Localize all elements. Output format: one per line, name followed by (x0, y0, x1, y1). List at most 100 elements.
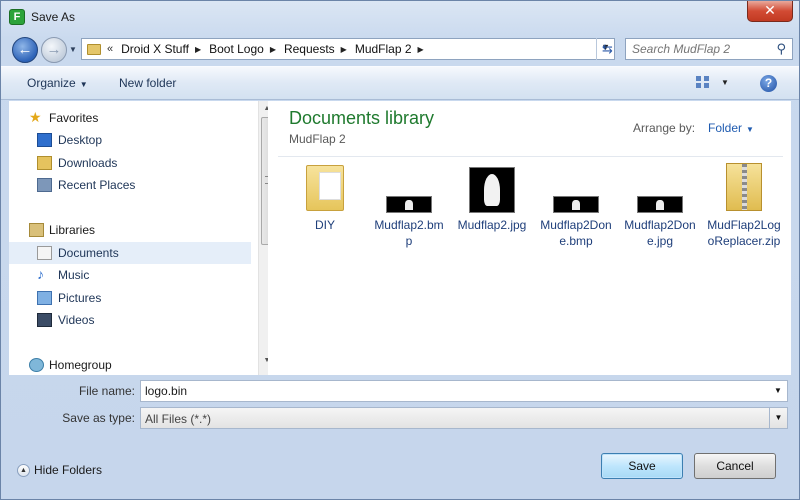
folder-icon (306, 165, 344, 211)
file-item-mudflap2-jpg[interactable]: Mudflap2.jpg (454, 163, 530, 273)
save-as-type-value: All Files (*.*) (145, 412, 212, 426)
view-options-dropdown[interactable]: ▼ (721, 78, 729, 87)
documents-icon (37, 246, 52, 260)
help-icon[interactable]: ? (760, 75, 777, 92)
file-item-mudflap2done-jpg[interactable]: Mudflap2Done.jpg (622, 163, 698, 273)
chevron-right-icon[interactable]: ▶ (270, 45, 276, 54)
caret-down-icon: ▼ (746, 125, 754, 134)
breadcrumb-requests[interactable]: Requests (284, 42, 335, 56)
arrange-by-dropdown[interactable]: Folder ▼ (708, 121, 754, 135)
file-name: MudFlap2LogoReplacer.zip (707, 218, 781, 248)
search-input[interactable] (626, 39, 770, 59)
caret-down-icon: ▼ (79, 80, 88, 89)
chevron-right-icon[interactable]: ▶ (195, 45, 201, 54)
breadcrumb-mudflap-2[interactable]: MudFlap 2 (355, 42, 412, 56)
arrange-by-label: Arrange by: (633, 121, 696, 135)
save-form: File name: ▼ Save as type: All Files (*.… (1, 376, 799, 436)
nav-documents[interactable]: Documents (9, 242, 251, 264)
chevron-down-icon[interactable]: ▼ (769, 408, 787, 428)
pictures-icon (37, 291, 52, 305)
library-title: Documents library (289, 108, 435, 128)
hide-folders-label: Hide Folders (34, 463, 103, 477)
search-icon[interactable]: ⚲ (776, 41, 786, 57)
search-box[interactable]: ⚲ (625, 38, 793, 60)
file-item-diy[interactable]: DIY (287, 163, 363, 273)
file-item-mudflap2-bmp[interactable]: Mudflap2.bmp (371, 163, 447, 273)
refresh-icon: ⇆ (602, 41, 613, 56)
navigation-pane: ★ Favorites Desktop Downloads Recent Pla… (9, 101, 275, 376)
cancel-button[interactable]: Cancel (694, 453, 776, 479)
nav-documents-label: Documents (58, 246, 119, 260)
nav-pictures-label: Pictures (58, 291, 102, 305)
chevron-right-icon[interactable]: ▶ (341, 45, 347, 54)
file-name: DIY (314, 218, 335, 232)
file-name: Mudflap2.jpg (457, 218, 527, 232)
breadcrumb-droid-x-stuff[interactable]: Droid X Stuff (121, 42, 189, 56)
title-bar: F Save As ✕ (1, 1, 799, 33)
new-folder-button[interactable]: New folder (119, 76, 176, 90)
nav-music[interactable]: ♪ Music (9, 264, 251, 286)
refresh-button[interactable]: ⇆ (596, 38, 618, 60)
nav-homegroup-label: Homegroup (49, 358, 112, 372)
divider (278, 156, 783, 157)
file-name-input[interactable] (141, 381, 761, 401)
bmp-thumbnail (386, 196, 432, 213)
homegroup-icon (29, 358, 44, 372)
nav-libraries[interactable]: Libraries (9, 219, 251, 241)
hide-folders-button[interactable]: ▲ Hide Folders (17, 463, 103, 478)
recent-places-icon (37, 178, 52, 192)
command-toolbar: Organize ▼ New folder ▼ ? (1, 66, 799, 100)
music-note-icon: ♪ (37, 266, 44, 282)
jpg-thumbnail (469, 167, 515, 213)
save-button[interactable]: Save (601, 453, 683, 479)
nav-pictures[interactable]: Pictures (9, 287, 251, 309)
file-name: Mudflap2.bmp (374, 218, 444, 248)
forward-arrow-icon: → (46, 41, 62, 58)
videos-icon (37, 313, 52, 327)
folder-icon (87, 43, 101, 55)
file-list-pane: Documents library MudFlap 2 Arrange by: … (268, 101, 791, 375)
file-name: Mudflap2Done.jpg (624, 218, 696, 248)
save-as-type-label: Save as type: (62, 411, 135, 425)
chevron-down-icon[interactable]: ▼ (769, 381, 787, 401)
chevron-right-icon[interactable]: ▶ (418, 45, 424, 54)
nav-desktop-label: Desktop (58, 133, 103, 147)
nav-favorites[interactable]: ★ Favorites (9, 107, 251, 129)
star-icon: ★ (29, 109, 42, 125)
desktop-icon (37, 133, 52, 147)
nav-downloads[interactable]: Downloads (9, 152, 251, 174)
chevron-up-icon: ▲ (17, 464, 30, 478)
organize-label: Organize (27, 76, 76, 90)
nav-homegroup[interactable]: Homegroup (9, 354, 251, 376)
jpg-thumbnail (637, 196, 683, 213)
libraries-icon (29, 223, 44, 237)
file-name: Mudflap2Done.bmp (540, 218, 612, 248)
downloads-folder-icon (37, 156, 52, 170)
breadcrumb-overflow[interactable]: « (107, 43, 113, 55)
file-name-label: File name: (78, 384, 135, 398)
nav-desktop[interactable]: Desktop (9, 129, 251, 151)
save-as-type-select[interactable]: All Files (*.*) ▼ (140, 407, 788, 429)
nav-libraries-label: Libraries (49, 223, 96, 237)
breadcrumb-boot-logo[interactable]: Boot Logo (209, 42, 264, 56)
back-arrow-icon: ← (17, 41, 33, 58)
organize-menu-button[interactable]: Organize ▼ (27, 76, 88, 90)
zip-icon (726, 163, 762, 211)
nav-downloads-label: Downloads (58, 156, 118, 170)
forward-button[interactable]: → (41, 37, 67, 63)
file-item-mudflap2logoreplacer-zip[interactable]: MudFlap2LogoReplacer.zip (706, 163, 782, 273)
nav-music-label: Music (58, 268, 90, 282)
nav-recent-places[interactable]: Recent Places (9, 174, 251, 196)
file-item-mudflap2done-bmp[interactable]: Mudflap2Done.bmp (538, 163, 614, 273)
address-bar[interactable]: « Droid X Stuff ▶ Boot Logo ▶ Requests ▶… (81, 38, 615, 60)
change-view-button[interactable] (696, 76, 712, 90)
file-name-combo[interactable]: ▼ (140, 380, 788, 402)
nav-favorites-label: Favorites (49, 111, 99, 125)
nav-videos[interactable]: Videos (9, 309, 251, 331)
save-as-dialog: F Save As ✕ ← → ▼ « Droid X Stuff ▶ Boot… (0, 0, 800, 500)
bmp-thumbnail (553, 196, 599, 213)
back-button[interactable]: ← (12, 37, 38, 63)
window-title: Save As (31, 10, 76, 24)
close-button[interactable]: ✕ (747, 1, 793, 22)
recent-pages-dropdown[interactable]: ▼ (69, 45, 77, 54)
